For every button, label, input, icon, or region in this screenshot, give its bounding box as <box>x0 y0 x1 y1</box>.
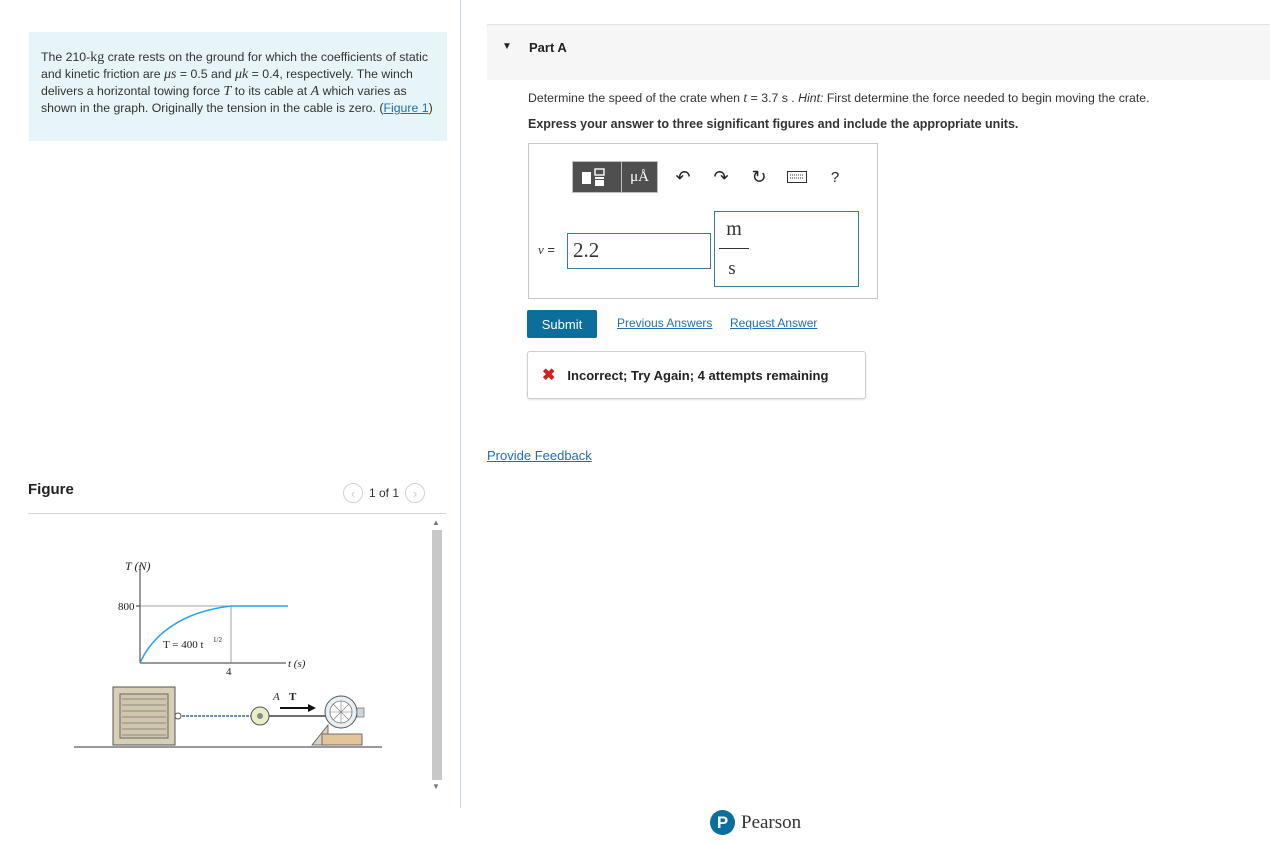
scroll-down-icon[interactable]: ▼ <box>432 782 440 791</box>
units-numerator: m <box>726 218 742 240</box>
tension-curve <box>139 605 288 664</box>
previous-answers-link[interactable]: Previous Answers <box>617 316 712 330</box>
redo-icon[interactable]: ↷ <box>702 167 740 188</box>
units-button[interactable]: μÅ <box>622 161 658 193</box>
label-A: A <box>272 691 280 703</box>
curve-label: T = 400 t <box>163 639 204 651</box>
figure-image: T (N) 800 4 t (s) T = 400 t 1/2 A T <box>74 559 382 748</box>
x-axis-label: t (s) <box>288 658 306 670</box>
chevron-right-icon: › <box>412 485 418 501</box>
submit-button[interactable]: Submit <box>527 310 597 338</box>
panel-divider <box>460 0 461 808</box>
provide-feedback-link[interactable]: Provide Feedback <box>487 448 592 463</box>
figure-pager: ‹ 1 of 1 › <box>343 483 426 503</box>
pearson-logo: P Pearson <box>710 810 801 835</box>
prev-figure-button[interactable]: ‹ <box>343 483 363 503</box>
y-axis-label: T (N) <box>125 559 150 573</box>
pager-text: 1 of 1 <box>369 486 400 500</box>
keyboard-icon[interactable] <box>778 167 816 188</box>
collapse-triangle-icon[interactable]: ▼ <box>502 41 512 52</box>
y-tick-800: 800 <box>118 601 135 613</box>
scroll-up-icon[interactable]: ▲ <box>432 518 440 527</box>
unit-kg: kg <box>90 50 105 65</box>
part-a-header[interactable]: ▼ Part A <box>487 24 1270 80</box>
answer-value-input[interactable]: 2.2 <box>567 233 711 269</box>
templates-button[interactable] <box>572 161 622 193</box>
crate <box>112 686 176 746</box>
pearson-p-icon: P <box>710 810 735 835</box>
variable-label: v = <box>538 242 555 257</box>
part-a-label: Part A <box>529 40 567 55</box>
mu-a-icon: μÅ <box>630 168 649 185</box>
answer-units-input[interactable]: m s <box>714 211 859 287</box>
label-T: T <box>289 691 297 703</box>
units-denominator: s <box>728 258 736 279</box>
mu-k: μk <box>234 67 249 82</box>
hint-label: Hint: <box>798 91 824 105</box>
var-A: A <box>310 84 320 99</box>
result-message: Incorrect; Try Again; 4 attempts remaini… <box>567 367 829 383</box>
winch-motor <box>269 695 365 746</box>
chevron-left-icon: ‹ <box>350 485 356 501</box>
problem-statement: The 210-kg crate rests on the ground for… <box>29 32 447 141</box>
reset-icon[interactable]: ↻ <box>740 167 778 188</box>
fraction-bar <box>719 248 749 249</box>
incorrect-x-icon: ✖ <box>542 367 556 384</box>
scrollbar-thumb[interactable] <box>432 530 442 780</box>
next-figure-button[interactable]: › <box>405 483 426 503</box>
question-text: Determine the speed of the crate when t … <box>528 91 1150 106</box>
pearson-wordmark: Pearson <box>741 811 802 833</box>
curve-exponent: 1/2 <box>213 636 222 644</box>
express-instructions: Express your answer to three significant… <box>528 117 1019 131</box>
x-tick-4: 4 <box>226 666 232 678</box>
result-feedback: ✖ Incorrect; Try Again; 4 attempts remai… <box>527 351 866 399</box>
figure-title: Figure <box>28 481 74 498</box>
math-toolbar: μÅ ↶ ↷ ↻ ? <box>572 160 854 194</box>
figure-link[interactable]: Figure 1 <box>383 101 428 115</box>
templates-icon <box>582 168 605 186</box>
figure-divider <box>28 513 446 514</box>
undo-icon[interactable]: ↶ <box>664 167 702 188</box>
request-answer-link[interactable]: Request Answer <box>730 316 817 330</box>
mu-s: μs <box>164 67 177 82</box>
help-icon[interactable]: ? <box>816 169 854 186</box>
